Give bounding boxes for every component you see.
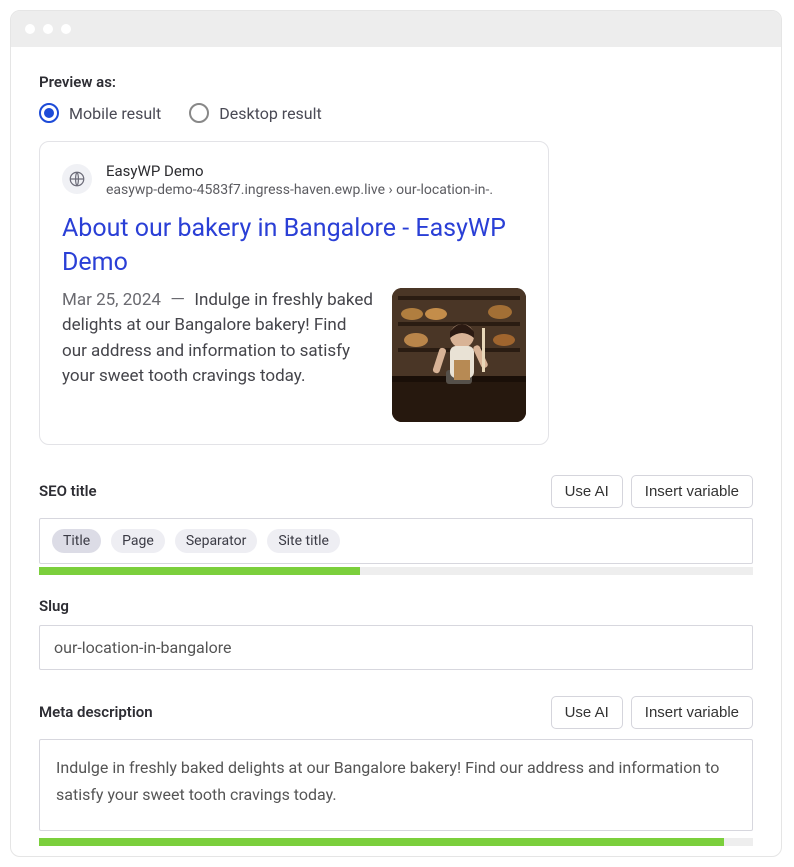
browser-window: Preview as: Mobile result Desktop result bbox=[10, 10, 782, 857]
slug-input[interactable] bbox=[39, 625, 753, 670]
slug-section: Slug bbox=[39, 597, 753, 670]
serp-preview-card: EasyWP Demo easywp-demo-4583f7.ingress-h… bbox=[39, 141, 549, 445]
seo-title-progress bbox=[39, 567, 753, 575]
insert-variable-button[interactable]: Insert variable bbox=[631, 475, 753, 508]
preview-radio-group: Mobile result Desktop result bbox=[39, 103, 753, 123]
radio-label: Mobile result bbox=[69, 104, 161, 123]
meta-description-progress-fill bbox=[39, 838, 724, 846]
serp-thumbnail bbox=[392, 288, 526, 422]
seo-title-progress-fill bbox=[39, 567, 360, 575]
seo-title-section: SEO title Use AI Insert variable Title P… bbox=[39, 475, 753, 575]
meta-description-label: Meta description bbox=[39, 703, 153, 721]
chip-page[interactable]: Page bbox=[111, 529, 165, 553]
window-dot bbox=[43, 24, 53, 34]
use-ai-button[interactable]: Use AI bbox=[551, 696, 623, 729]
serp-site-name: EasyWP Demo bbox=[106, 162, 493, 180]
seo-title-input[interactable]: Title Page Separator Site title bbox=[39, 518, 753, 564]
serp-date: Mar 25, 2024 bbox=[62, 290, 161, 310]
preview-as-label: Preview as: bbox=[39, 73, 753, 91]
radio-desktop-result[interactable]: Desktop result bbox=[189, 103, 321, 123]
meta-description-input[interactable] bbox=[39, 739, 753, 831]
radio-mobile-result[interactable]: Mobile result bbox=[39, 103, 161, 123]
chip-title[interactable]: Title bbox=[52, 529, 101, 553]
chip-separator[interactable]: Separator bbox=[175, 529, 257, 553]
meta-description-section: Meta description Use AI Insert variable bbox=[39, 696, 753, 846]
window-dot bbox=[61, 24, 71, 34]
globe-icon bbox=[62, 164, 92, 194]
radio-label: Desktop result bbox=[219, 104, 321, 123]
content-area: Preview as: Mobile result Desktop result bbox=[11, 47, 781, 856]
serp-dash: － bbox=[169, 290, 186, 310]
serp-description-block: Mar 25, 2024 － Indulge in freshly baked … bbox=[62, 288, 374, 422]
radio-indicator bbox=[189, 103, 209, 123]
serp-breadcrumb: easywp-demo-4583f7.ingress-haven.ewp.liv… bbox=[106, 182, 493, 198]
radio-indicator bbox=[39, 103, 59, 123]
window-dot bbox=[25, 24, 35, 34]
use-ai-button[interactable]: Use AI bbox=[551, 475, 623, 508]
seo-title-label: SEO title bbox=[39, 482, 97, 500]
preview-as-section: Preview as: Mobile result Desktop result bbox=[39, 73, 753, 123]
title-bar bbox=[11, 11, 781, 47]
serp-body: Mar 25, 2024 － Indulge in freshly baked … bbox=[62, 288, 526, 422]
slug-label: Slug bbox=[39, 597, 69, 615]
chip-site-title[interactable]: Site title bbox=[267, 529, 340, 553]
serp-title: About our bakery in Bangalore - EasyWP D… bbox=[62, 212, 526, 280]
serp-header: EasyWP Demo easywp-demo-4583f7.ingress-h… bbox=[62, 162, 526, 198]
meta-description-progress bbox=[39, 838, 753, 846]
insert-variable-button[interactable]: Insert variable bbox=[631, 696, 753, 729]
